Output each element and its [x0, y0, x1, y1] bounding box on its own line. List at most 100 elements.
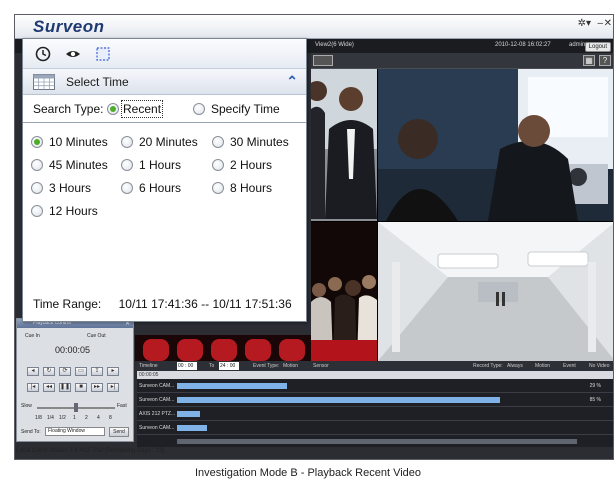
playback-clock: 00:00:05	[55, 345, 91, 355]
send-button[interactable]: Send	[109, 427, 129, 437]
loop-icon[interactable]: ↻	[43, 367, 55, 376]
speed-scale: 1/8 1/4 1/2 1 2 4 8	[35, 415, 125, 423]
specify-time-radio[interactable]	[193, 103, 205, 115]
cue-in-label: Cue In	[25, 333, 40, 339]
speed-tick: 4	[97, 415, 100, 421]
timeline-to-input[interactable]: 24 : 00	[219, 362, 239, 370]
logout-button[interactable]: Logout	[584, 42, 611, 52]
speed-tick: 8	[109, 415, 112, 421]
pause-icon[interactable]: ❚❚	[59, 383, 71, 392]
bookmark-icon[interactable]: ▭	[75, 367, 87, 376]
timeline-track[interactable]: Surveon CAM...	[137, 422, 613, 435]
duration-radio-2-hours[interactable]	[212, 159, 224, 171]
layout-icon[interactable]	[313, 55, 333, 66]
track-name: AXIS 212 PTZ...	[139, 411, 176, 417]
settings-icon[interactable]: ✲▾	[578, 18, 591, 29]
snapshot-icon[interactable]: ▦	[583, 55, 595, 66]
event-type-motion[interactable]: Motion	[283, 363, 298, 369]
video-tile-hall[interactable]	[378, 222, 613, 361]
send-to-select[interactable]: Floating Window	[45, 427, 105, 436]
record-type-event[interactable]: Event	[563, 363, 576, 369]
repeat-icon[interactable]: ⟳	[59, 367, 71, 376]
duration-radio-30-minutes[interactable]	[212, 136, 224, 148]
duration-label-8-hours[interactable]: 8 Hours	[230, 181, 272, 195]
duration-radio-45-minutes[interactable]	[31, 159, 43, 171]
record-type-motion[interactable]: Motion	[535, 363, 550, 369]
view-label: View2(6 Wide)	[315, 42, 354, 48]
collapse-chevron-icon[interactable]: ⌃	[286, 73, 298, 90]
duration-label-6-hours[interactable]: 6 Hours	[139, 181, 181, 195]
stop-icon[interactable]: ■	[75, 383, 87, 392]
record-type-label: Record Type:	[473, 363, 503, 369]
duration-radio-20-minutes[interactable]	[121, 136, 133, 148]
duration-label-45-minutes[interactable]: 45 Minutes	[49, 158, 108, 172]
timeline-scrollbar[interactable]	[177, 439, 577, 444]
figure-caption: Investigation Mode B - Playback Recent V…	[194, 467, 422, 479]
duration-radio-8-hours[interactable]	[212, 182, 224, 194]
cue-out-icon[interactable]: ▸	[107, 367, 119, 376]
track-fill-bar	[177, 425, 207, 431]
close-icon[interactable]: ✕	[604, 18, 612, 29]
surveon-logo: Surveon	[33, 17, 105, 36]
timeline-track[interactable]: AXIS 212 PTZ...	[137, 408, 613, 421]
track-name: Surveon CAM...	[139, 425, 175, 431]
select-time-header[interactable]: Select Time ⌃	[23, 69, 306, 95]
track-name: Surveon CAM...	[139, 383, 175, 389]
export-icon[interactable]: ⇪	[91, 367, 103, 376]
track-name: Surveon CAM...	[139, 397, 175, 403]
record-type-always[interactable]: Always	[507, 363, 523, 369]
video-tile-audience[interactable]	[311, 222, 377, 361]
clock-icon[interactable]	[35, 46, 51, 62]
duration-label-1-hours[interactable]: 1 Hours	[139, 158, 181, 172]
duration-radio-12-hours[interactable]	[31, 205, 43, 217]
duration-label-10-minutes[interactable]: 10 Minutes	[49, 135, 108, 149]
eye-icon[interactable]	[65, 46, 81, 62]
help-icon[interactable]: ?	[599, 55, 611, 66]
duration-radio-1-hours[interactable]	[121, 159, 133, 171]
search-type-label: Search Type:	[33, 102, 104, 116]
track-fill-bar	[177, 397, 500, 403]
video-tile-office-1[interactable]	[311, 69, 377, 221]
track-fill-bar	[177, 411, 200, 417]
duration-label-3-hours[interactable]: 3 Hours	[49, 181, 91, 195]
video-tile-office-2[interactable]	[378, 69, 613, 221]
duration-label-12-hours[interactable]: 12 Hours	[49, 204, 98, 218]
duration-label-30-minutes[interactable]: 30 Minutes	[230, 135, 289, 149]
timeline-ruler[interactable]: 00:00:05	[137, 371, 613, 379]
cue-out-label: Cue Out	[87, 333, 106, 339]
track-percent: 29 %	[589, 383, 601, 389]
video-frame-hall	[378, 222, 613, 361]
time-range: Time Range: 10/11 17:41:36 -- 10/11 17:5…	[33, 297, 292, 311]
ruler-start: 00:00:05	[139, 372, 159, 378]
select-time-panel: Select Time ⌃ Search Type: Recent Specif…	[22, 38, 307, 322]
video-frame-office-1	[311, 69, 377, 221]
event-type-sensor[interactable]: Sensor	[313, 363, 329, 369]
skip-back-icon[interactable]: |◂	[27, 383, 39, 392]
rewind-icon[interactable]: ◂◂	[43, 383, 55, 392]
select-region-icon[interactable]	[95, 46, 111, 62]
video-tile-seats[interactable]	[135, 335, 311, 361]
timeline-track[interactable]: Surveon CAM... 29 %	[137, 380, 613, 393]
minimize-icon[interactable]: –	[597, 18, 603, 29]
recent-option-label[interactable]: Recent	[120, 100, 164, 118]
timeline-to-label: To	[209, 363, 215, 369]
skip-forward-icon[interactable]: ▸|	[107, 383, 119, 392]
timeline-track[interactable]: Surveon CAM... 85 %	[137, 394, 613, 407]
fast-forward-icon[interactable]: ▸▸	[91, 383, 103, 392]
timeline-header: Timeline 00 : 00 To 24 : 00 Event Type: …	[137, 361, 613, 371]
specify-time-option-label[interactable]: Specify Time	[211, 102, 280, 116]
video-frame-seats	[135, 335, 311, 361]
duration-label-20-minutes[interactable]: 20 Minutes	[139, 135, 198, 149]
timeline-label: Timeline	[139, 363, 158, 369]
duration-radio-10-minutes[interactable]	[31, 136, 43, 148]
duration-radio-3-hours[interactable]	[31, 182, 43, 194]
record-type-novideo[interactable]: No Video	[589, 363, 609, 369]
duration-label-2-hours[interactable]: 2 Hours	[230, 158, 272, 172]
time-range-value: 10/11 17:41:36 -- 10/11 17:51:36	[118, 297, 292, 311]
speed-slider-thumb[interactable]	[74, 403, 78, 412]
cue-in-icon[interactable]: ◂	[27, 367, 39, 376]
duration-radio-6-hours[interactable]	[121, 182, 133, 194]
recent-radio[interactable]	[107, 103, 119, 115]
send-to-label: Send To:	[21, 429, 41, 435]
timeline-from-input[interactable]: 00 : 00	[177, 362, 197, 370]
